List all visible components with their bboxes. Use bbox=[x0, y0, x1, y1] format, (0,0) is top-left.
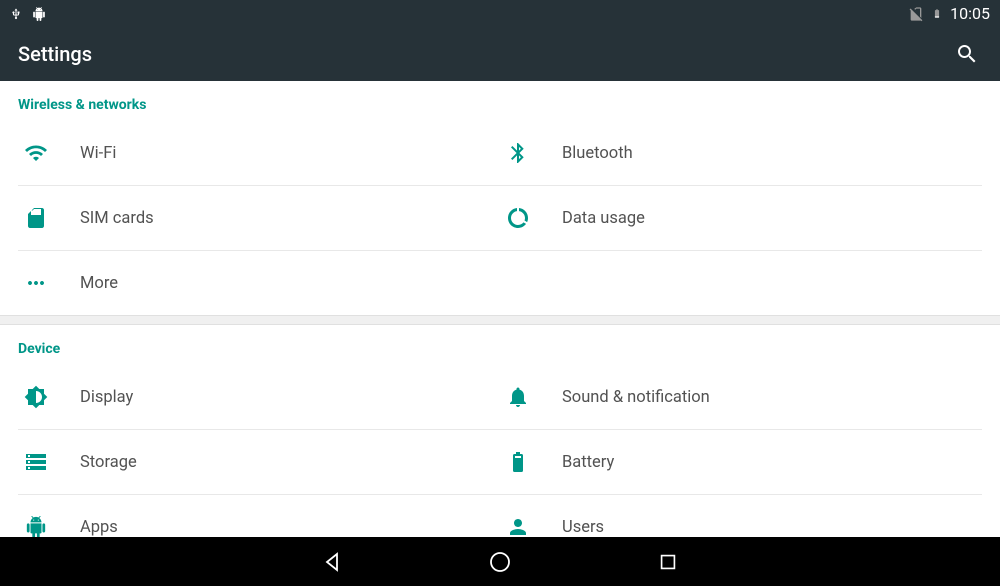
page-title: Settings bbox=[18, 42, 92, 66]
item-label: SIM cards bbox=[80, 209, 154, 228]
item-label: Storage bbox=[80, 453, 137, 472]
status-time: 10:05 bbox=[950, 4, 990, 23]
data-usage-icon bbox=[506, 206, 530, 230]
item-sim[interactable]: SIM cards bbox=[18, 186, 500, 251]
users-icon bbox=[506, 515, 530, 537]
item-label: Display bbox=[80, 388, 133, 407]
item-apps[interactable]: Apps bbox=[18, 495, 500, 537]
back-button[interactable] bbox=[318, 548, 346, 576]
recent-button[interactable] bbox=[654, 548, 682, 576]
sim-icon bbox=[24, 206, 48, 230]
battery-icon bbox=[932, 5, 942, 22]
status-left bbox=[10, 5, 46, 23]
home-button[interactable] bbox=[486, 548, 514, 576]
item-label: Sound & notification bbox=[562, 388, 710, 407]
item-data-usage[interactable]: Data usage bbox=[500, 186, 982, 251]
item-spacer bbox=[500, 251, 982, 315]
display-icon bbox=[24, 385, 48, 409]
item-label: Data usage bbox=[562, 209, 645, 228]
back-icon bbox=[320, 550, 344, 574]
battery-setting-icon bbox=[506, 450, 530, 474]
item-label: Wi-Fi bbox=[80, 144, 116, 163]
item-label: Apps bbox=[80, 518, 118, 537]
section-device-grid: Display Sound & notification Storage Bat… bbox=[0, 365, 1000, 537]
item-users[interactable]: Users bbox=[500, 495, 982, 537]
section-wireless-grid: Wi-Fi Bluetooth SIM cards Data usage Mor bbox=[0, 121, 1000, 315]
status-bar: 10:05 bbox=[0, 0, 1000, 27]
section-device-header: Device bbox=[0, 325, 1000, 365]
item-sound[interactable]: Sound & notification bbox=[500, 365, 982, 430]
item-wifi[interactable]: Wi-Fi bbox=[18, 121, 500, 186]
search-icon bbox=[955, 42, 979, 66]
debug-icon bbox=[32, 6, 46, 22]
usb-icon bbox=[10, 5, 22, 23]
item-label: Battery bbox=[562, 453, 614, 472]
apps-icon bbox=[24, 515, 48, 537]
recent-icon bbox=[657, 551, 679, 573]
item-label: More bbox=[80, 274, 118, 293]
section-divider bbox=[0, 315, 1000, 325]
nav-bar bbox=[0, 537, 1000, 586]
bluetooth-icon bbox=[506, 141, 530, 165]
app-bar: Settings bbox=[0, 27, 1000, 81]
home-icon bbox=[488, 550, 512, 574]
item-storage[interactable]: Storage bbox=[18, 430, 500, 495]
section-wireless-header: Wireless & networks bbox=[0, 81, 1000, 121]
item-display[interactable]: Display bbox=[18, 365, 500, 430]
item-battery[interactable]: Battery bbox=[500, 430, 982, 495]
no-sim-icon bbox=[908, 6, 924, 22]
status-right: 10:05 bbox=[908, 4, 990, 23]
wifi-icon bbox=[24, 141, 48, 165]
settings-content: Wireless & networks Wi-Fi Bluetooth SIM … bbox=[0, 81, 1000, 537]
more-icon bbox=[24, 271, 48, 295]
item-bluetooth[interactable]: Bluetooth bbox=[500, 121, 982, 186]
item-label: Bluetooth bbox=[562, 144, 633, 163]
search-button[interactable] bbox=[952, 39, 982, 69]
bell-icon bbox=[506, 385, 530, 409]
storage-icon bbox=[24, 450, 48, 474]
item-more[interactable]: More bbox=[18, 251, 500, 315]
item-label: Users bbox=[562, 518, 604, 537]
